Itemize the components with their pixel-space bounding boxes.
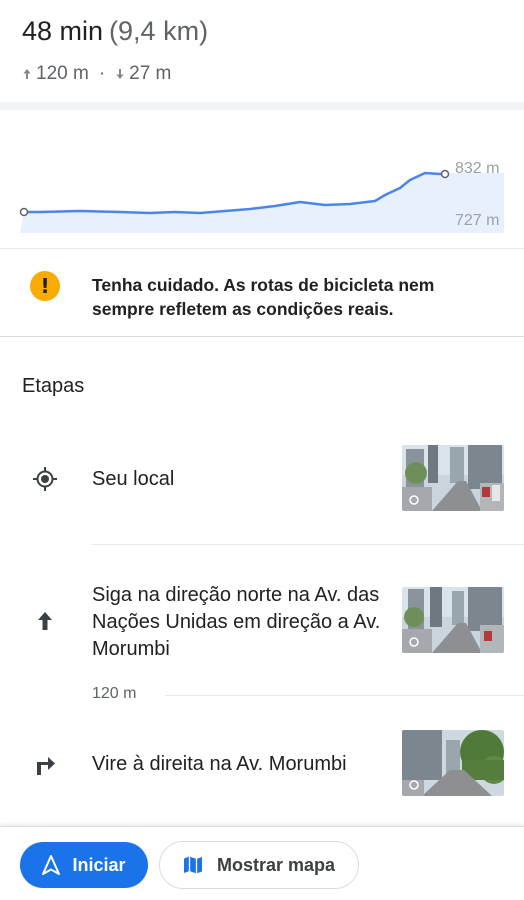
elevation-summary: 120 m · 27 m [22, 63, 171, 85]
elevation-chart-graphic [19, 169, 504, 233]
elevation-separator: · [98, 63, 106, 84]
navigation-arrow-icon [42, 855, 61, 875]
elevation-min-label: 727 m [455, 212, 500, 229]
route-duration: 48 min [22, 16, 104, 46]
route-summary-header: 48 min (9,4 km) 120 m · 27 m [0, 0, 524, 102]
warning-text: Tenha cuidado. As rotas de bicicleta nem… [92, 275, 435, 319]
chart-divider [0, 248, 524, 249]
start-navigation-button[interactable]: Iniciar [20, 842, 148, 888]
descent-value: 27 m [129, 63, 172, 84]
steps-title: Etapas [22, 375, 85, 397]
turn-right-icon [30, 750, 60, 780]
warning-divider [0, 336, 524, 337]
step-text-1: Seu local [92, 468, 175, 490]
show-map-button[interactable]: Mostrar mapa [159, 841, 359, 889]
my-location-icon [30, 464, 60, 494]
street-view-thumbnail-2[interactable] [402, 587, 504, 653]
step-divider-2 [165, 695, 524, 696]
elevation-max-label: 832 m [455, 160, 500, 177]
street-view-thumbnail-3[interactable] [402, 730, 504, 796]
elevation-area [20, 173, 504, 233]
show-map-label: Mostrar mapa [216, 854, 336, 875]
step-text-2: Siga na direção norte na Av. das Nações … [92, 584, 381, 660]
header-divider [0, 102, 524, 110]
elevation-end-point [440, 169, 450, 179]
arrow-up-icon [30, 606, 60, 636]
elevation-start-point [19, 207, 29, 217]
start-button-label: Iniciar [72, 854, 126, 875]
ascent-arrow-icon [23, 69, 31, 79]
step-divider-1 [92, 544, 524, 545]
exclamation-icon: ! [30, 271, 60, 301]
descent-arrow-icon [116, 69, 124, 79]
route-distance: (9,4 km) [109, 16, 209, 46]
ascent-value: 120 m [36, 63, 89, 84]
elevation-chart[interactable]: 832 m 727 m [0, 140, 524, 240]
route-duration-row: 48 min (9,4 km) [22, 16, 208, 47]
step-distance-2: 120 m [92, 685, 137, 702]
map-icon [183, 856, 202, 874]
street-view-thumbnail-1[interactable] [402, 445, 504, 511]
step-text-3: Vire à direita na Av. Morumbi [92, 753, 347, 775]
